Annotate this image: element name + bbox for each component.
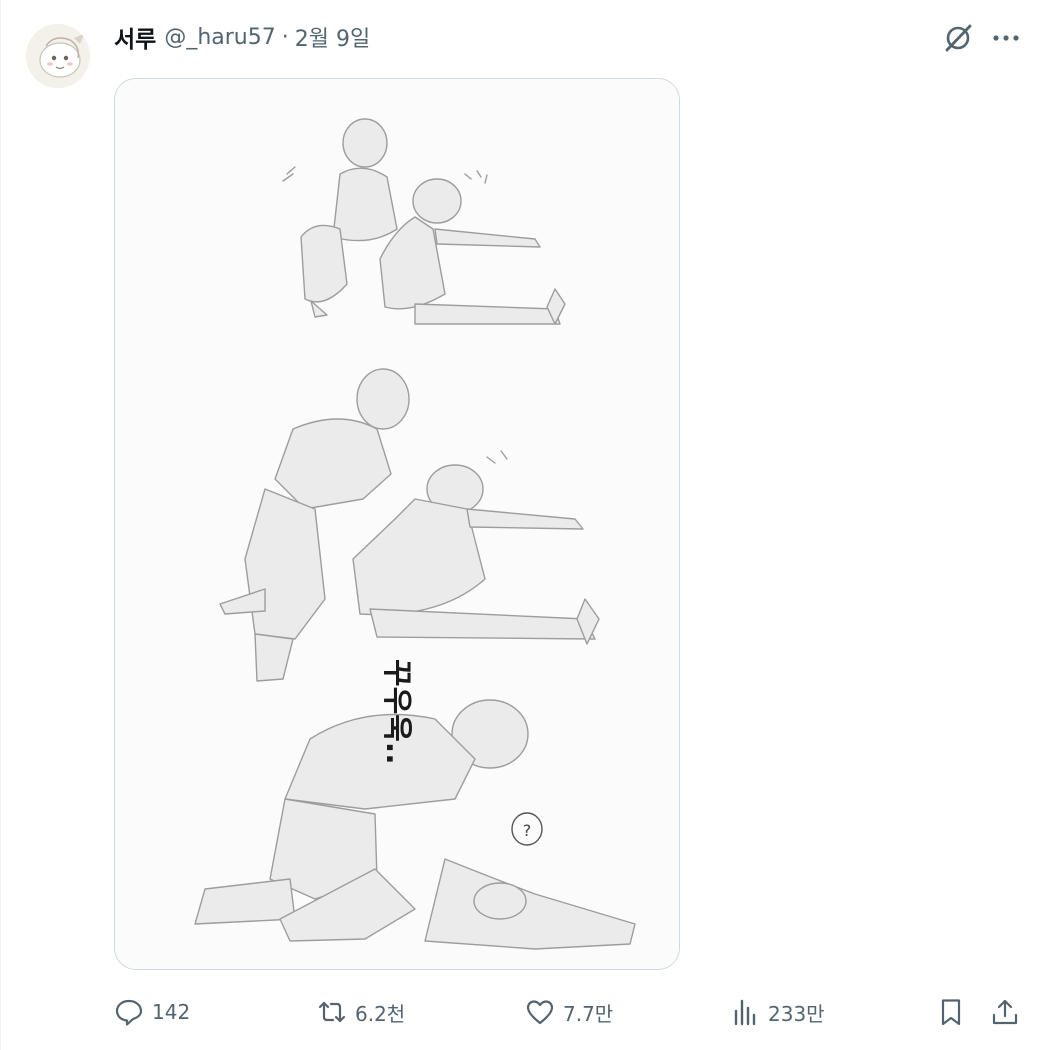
reply-button[interactable]: 142 <box>114 992 190 1032</box>
retweet-count: 6.2천 <box>355 1001 406 1026</box>
divider <box>0 0 1 1050</box>
avatar[interactable] <box>26 24 90 88</box>
sketch-illustration: ? 꾸우욱.. <box>115 79 679 969</box>
tweet-header: 서루 @_haru57 · 2월 9일 <box>114 20 370 54</box>
grok-icon[interactable] <box>940 20 976 56</box>
header-separator: · <box>281 24 289 50</box>
sfx-text: 꾸우욱.. <box>379 659 414 765</box>
share-button[interactable] <box>990 992 1020 1032</box>
action-bar: 142 6.2천 7.7만 233만 <box>114 992 1024 1032</box>
reply-count: 142 <box>152 1000 191 1024</box>
more-icon[interactable] <box>988 20 1024 56</box>
views-button[interactable]: 233만 <box>730 992 825 1032</box>
views-icon <box>730 997 760 1027</box>
reply-icon <box>114 997 144 1027</box>
heart-icon <box>525 997 555 1027</box>
like-button[interactable]: 7.7만 <box>525 992 613 1032</box>
author-handle[interactable]: @_haru57 <box>164 25 275 50</box>
retweet-icon <box>317 997 347 1027</box>
bookmark-icon <box>936 997 966 1027</box>
retweet-button[interactable]: 6.2천 <box>317 992 405 1032</box>
tweet-media[interactable]: ? 꾸우욱.. <box>114 78 680 970</box>
views-count: 233만 <box>768 1001 825 1026</box>
avatar-image <box>26 24 90 88</box>
question-mark: ? <box>523 821 532 840</box>
share-icon <box>990 997 1020 1027</box>
tweet-date[interactable]: 2월 9일 <box>295 21 370 53</box>
bookmark-button[interactable] <box>936 992 966 1032</box>
tweet: 서루 @_haru57 · 2월 9일 ? 꾸우욱.. 142 6.2천 7.7… <box>0 0 1049 1050</box>
author-name[interactable]: 서루 <box>114 20 156 54</box>
like-count: 7.7만 <box>563 1001 614 1026</box>
